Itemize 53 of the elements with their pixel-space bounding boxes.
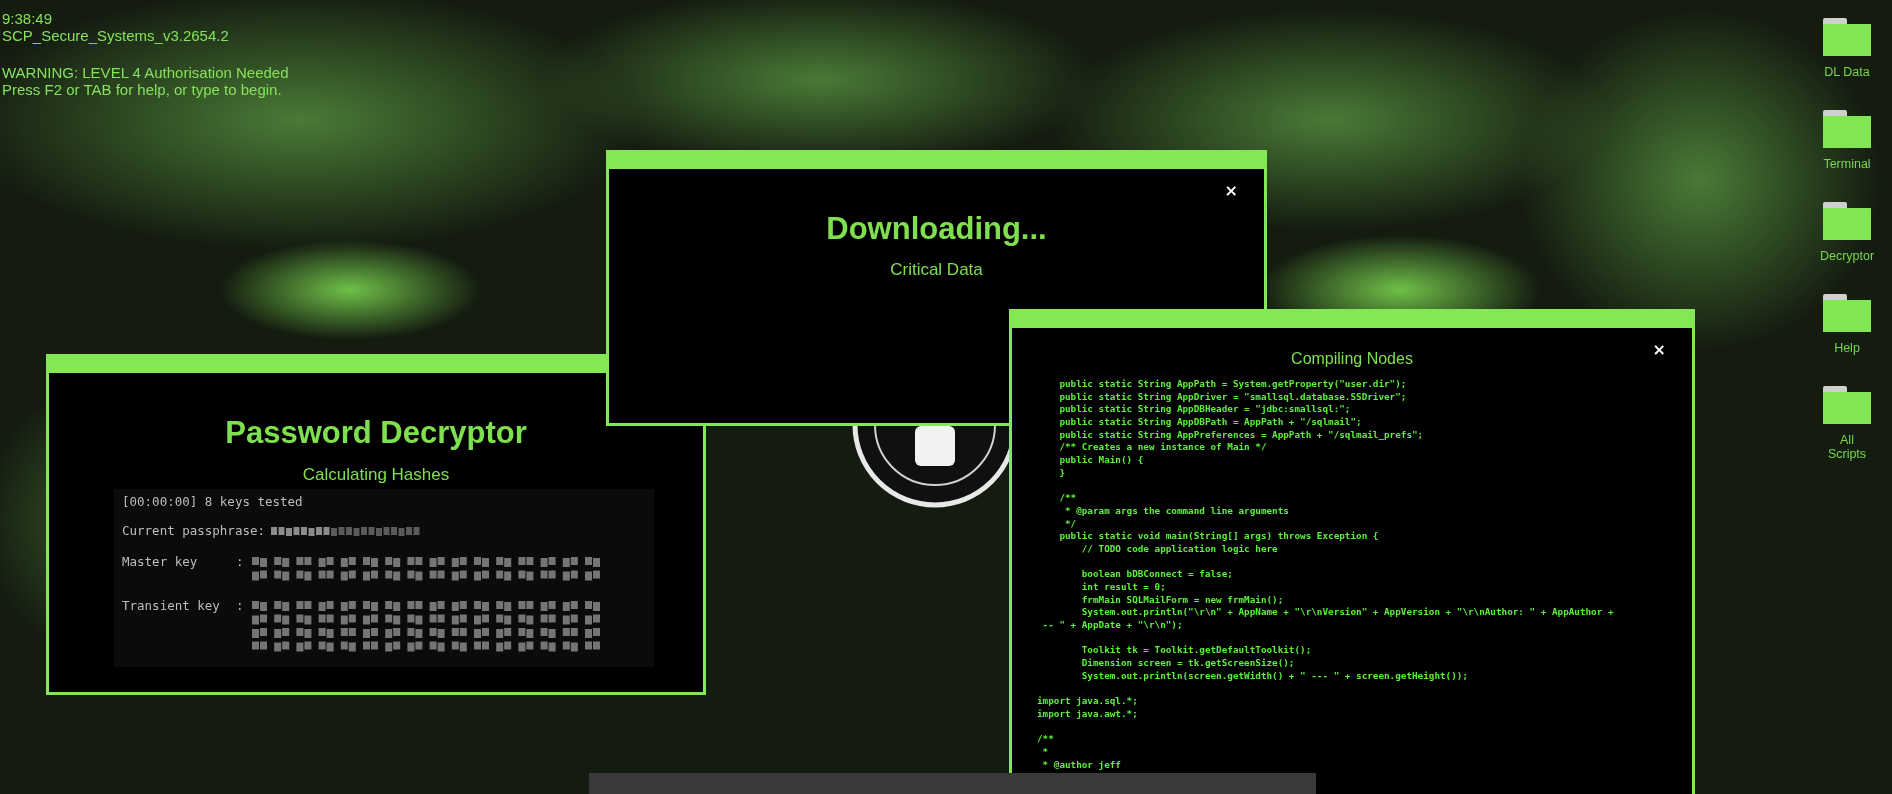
folder-label[interactable]: DL Data bbox=[1824, 65, 1870, 79]
folder-label[interactable]: Terminal bbox=[1823, 157, 1871, 171]
folder-icon[interactable] bbox=[1823, 18, 1871, 56]
code-line: boolean bDBConnect = false; bbox=[1080, 568, 1234, 581]
code-line: frmMain SQLMailForm = new frmMain(); bbox=[1080, 593, 1285, 607]
clock-text: 9:38:49 bbox=[2, 10, 54, 27]
folder-icon[interactable] bbox=[1823, 110, 1871, 148]
code-line: * bbox=[1041, 745, 1050, 759]
code-line: import java.sql.*; bbox=[1037, 695, 1139, 708]
prompt-text: Press F2 or TAB for help, or type to begin. bbox=[2, 81, 283, 98]
key-separator: : bbox=[236, 599, 245, 613]
code-line: public Main() { bbox=[1058, 454, 1145, 467]
key-separator: : bbox=[236, 555, 245, 569]
code-line: * @author jeff bbox=[1041, 758, 1122, 772]
code-line: * @param args the command line arguments bbox=[1064, 504, 1290, 518]
keys-tested-text: [00:00:00] 8 keys tested bbox=[122, 495, 303, 509]
code-line: /** Creates a new instance of Main */ bbox=[1058, 441, 1268, 455]
key-label: Transient key bbox=[122, 599, 221, 613]
close-button[interactable]: × bbox=[1222, 183, 1240, 199]
warning-text: WARNING: LEVEL 4 Authorisation Needed bbox=[2, 64, 289, 81]
folder-label[interactable]: Help bbox=[1834, 341, 1860, 355]
folder-label[interactable]: All Scripts bbox=[1827, 433, 1867, 461]
code-line: import java.awt.*; bbox=[1037, 707, 1139, 721]
code-line: public static String AppDriver = "smallsql.database.SSDriver"; bbox=[1058, 390, 1408, 404]
window-title: Downloading... bbox=[826, 211, 1047, 247]
code-line: Toolkit tk = Toolkit.getDefaultToolkit(); bbox=[1080, 644, 1313, 658]
code-line: } bbox=[1058, 466, 1066, 480]
folder-icon[interactable] bbox=[1823, 294, 1871, 332]
window-title: Password Decryptor bbox=[225, 415, 527, 451]
code-line: public static String AppPreferences = AppPath + "/sqlmail_prefs"; bbox=[1058, 428, 1425, 442]
passphrase-label: Current passphrase: bbox=[122, 524, 265, 538]
code-line: System.out.println("\r\n" + AppName + "\r\nVersion" + AppVersion + "\r\nAuthor: " + AppAuthor + bbox=[1080, 606, 1615, 620]
code-line: /** bbox=[1058, 492, 1078, 505]
code-line: int result = 0; bbox=[1080, 581, 1167, 594]
code-line: */ bbox=[1064, 517, 1078, 531]
close-button[interactable]: × bbox=[1650, 342, 1668, 358]
window-subtitle: Critical Data bbox=[890, 260, 983, 280]
folder-icon[interactable] bbox=[1823, 202, 1871, 240]
code-line: public static void main(String[] args) throws Exception { bbox=[1058, 530, 1380, 543]
code-line: System.out.println(screen.getWidth() + " --- " + screen.getHeight()); bbox=[1080, 669, 1469, 683]
key-label: Master key bbox=[122, 555, 199, 569]
code-line: /** bbox=[1037, 733, 1055, 746]
code-line: public static String AppPath = System.getProperty("user.dir"); bbox=[1058, 378, 1408, 391]
window-subtitle: Calculating Hashes bbox=[302, 465, 450, 485]
code-line: // TODO code application logic here bbox=[1080, 542, 1279, 556]
code-line: Dimension screen = tk.getScreenSize(); bbox=[1080, 657, 1296, 670]
code-line: public static String AppDBPath = AppPath + "/sqlmail"; bbox=[1058, 416, 1363, 429]
code-line: -- " + AppDate + "\r\n"); bbox=[1041, 619, 1184, 632]
folder-icon[interactable] bbox=[1823, 386, 1871, 424]
window-title: Compiling Nodes bbox=[1291, 349, 1413, 369]
folder-label[interactable]: Decryptor bbox=[1819, 249, 1875, 263]
system-name: SCP_Secure_Systems_v3.2654.2 bbox=[2, 27, 230, 44]
code-line: public static String AppDBHeader = "jdbc:smallsql:"; bbox=[1058, 403, 1352, 417]
